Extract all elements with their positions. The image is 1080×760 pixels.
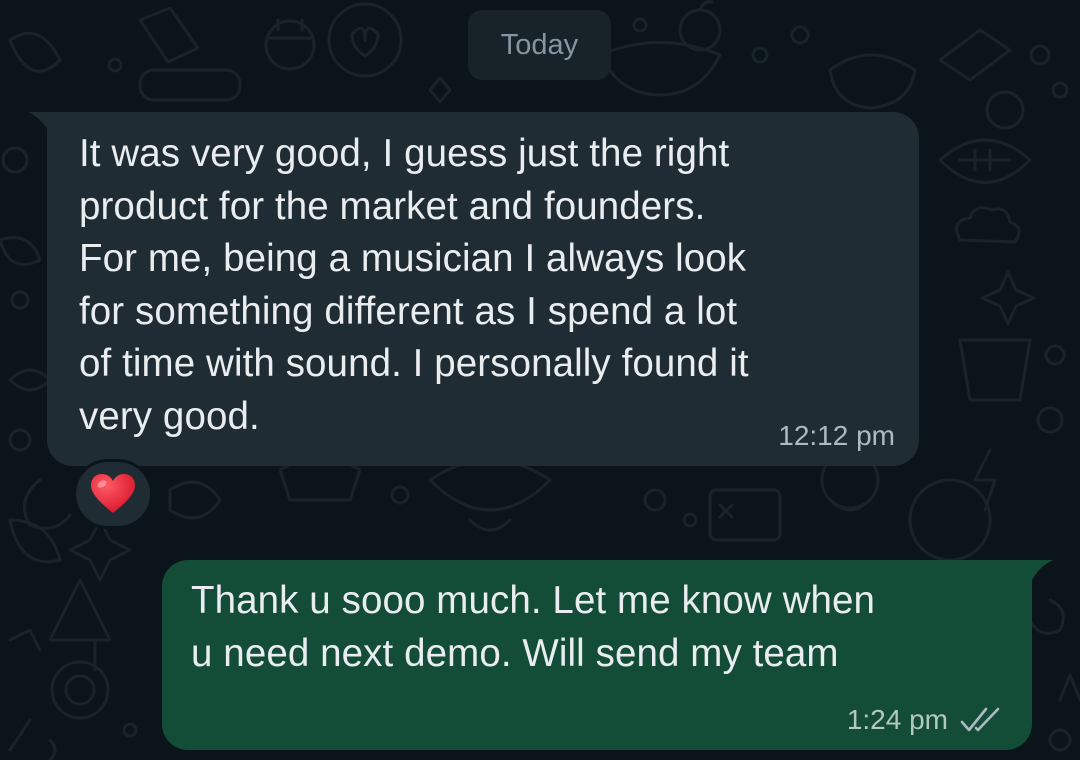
message-text: Thank u sooo much. Let me know when u ne… xyxy=(191,579,876,675)
message-timestamp: 12:12 pm xyxy=(778,420,895,451)
double-check-icon xyxy=(960,707,1000,732)
outgoing-bubble-tail xyxy=(1031,560,1053,582)
message-text: It was very good, I guess just the right… xyxy=(79,132,749,438)
date-divider: Today xyxy=(468,10,611,80)
heart-emoji-icon xyxy=(91,474,135,513)
message-reaction[interactable] xyxy=(73,459,153,529)
incoming-message-bubble[interactable]: It was very good, I guess just the right… xyxy=(47,112,919,466)
message-timestamp: 1:24 pm xyxy=(846,704,948,735)
outgoing-message-bubble[interactable]: Thank u sooo much. Let me know when u ne… xyxy=(162,560,1032,750)
